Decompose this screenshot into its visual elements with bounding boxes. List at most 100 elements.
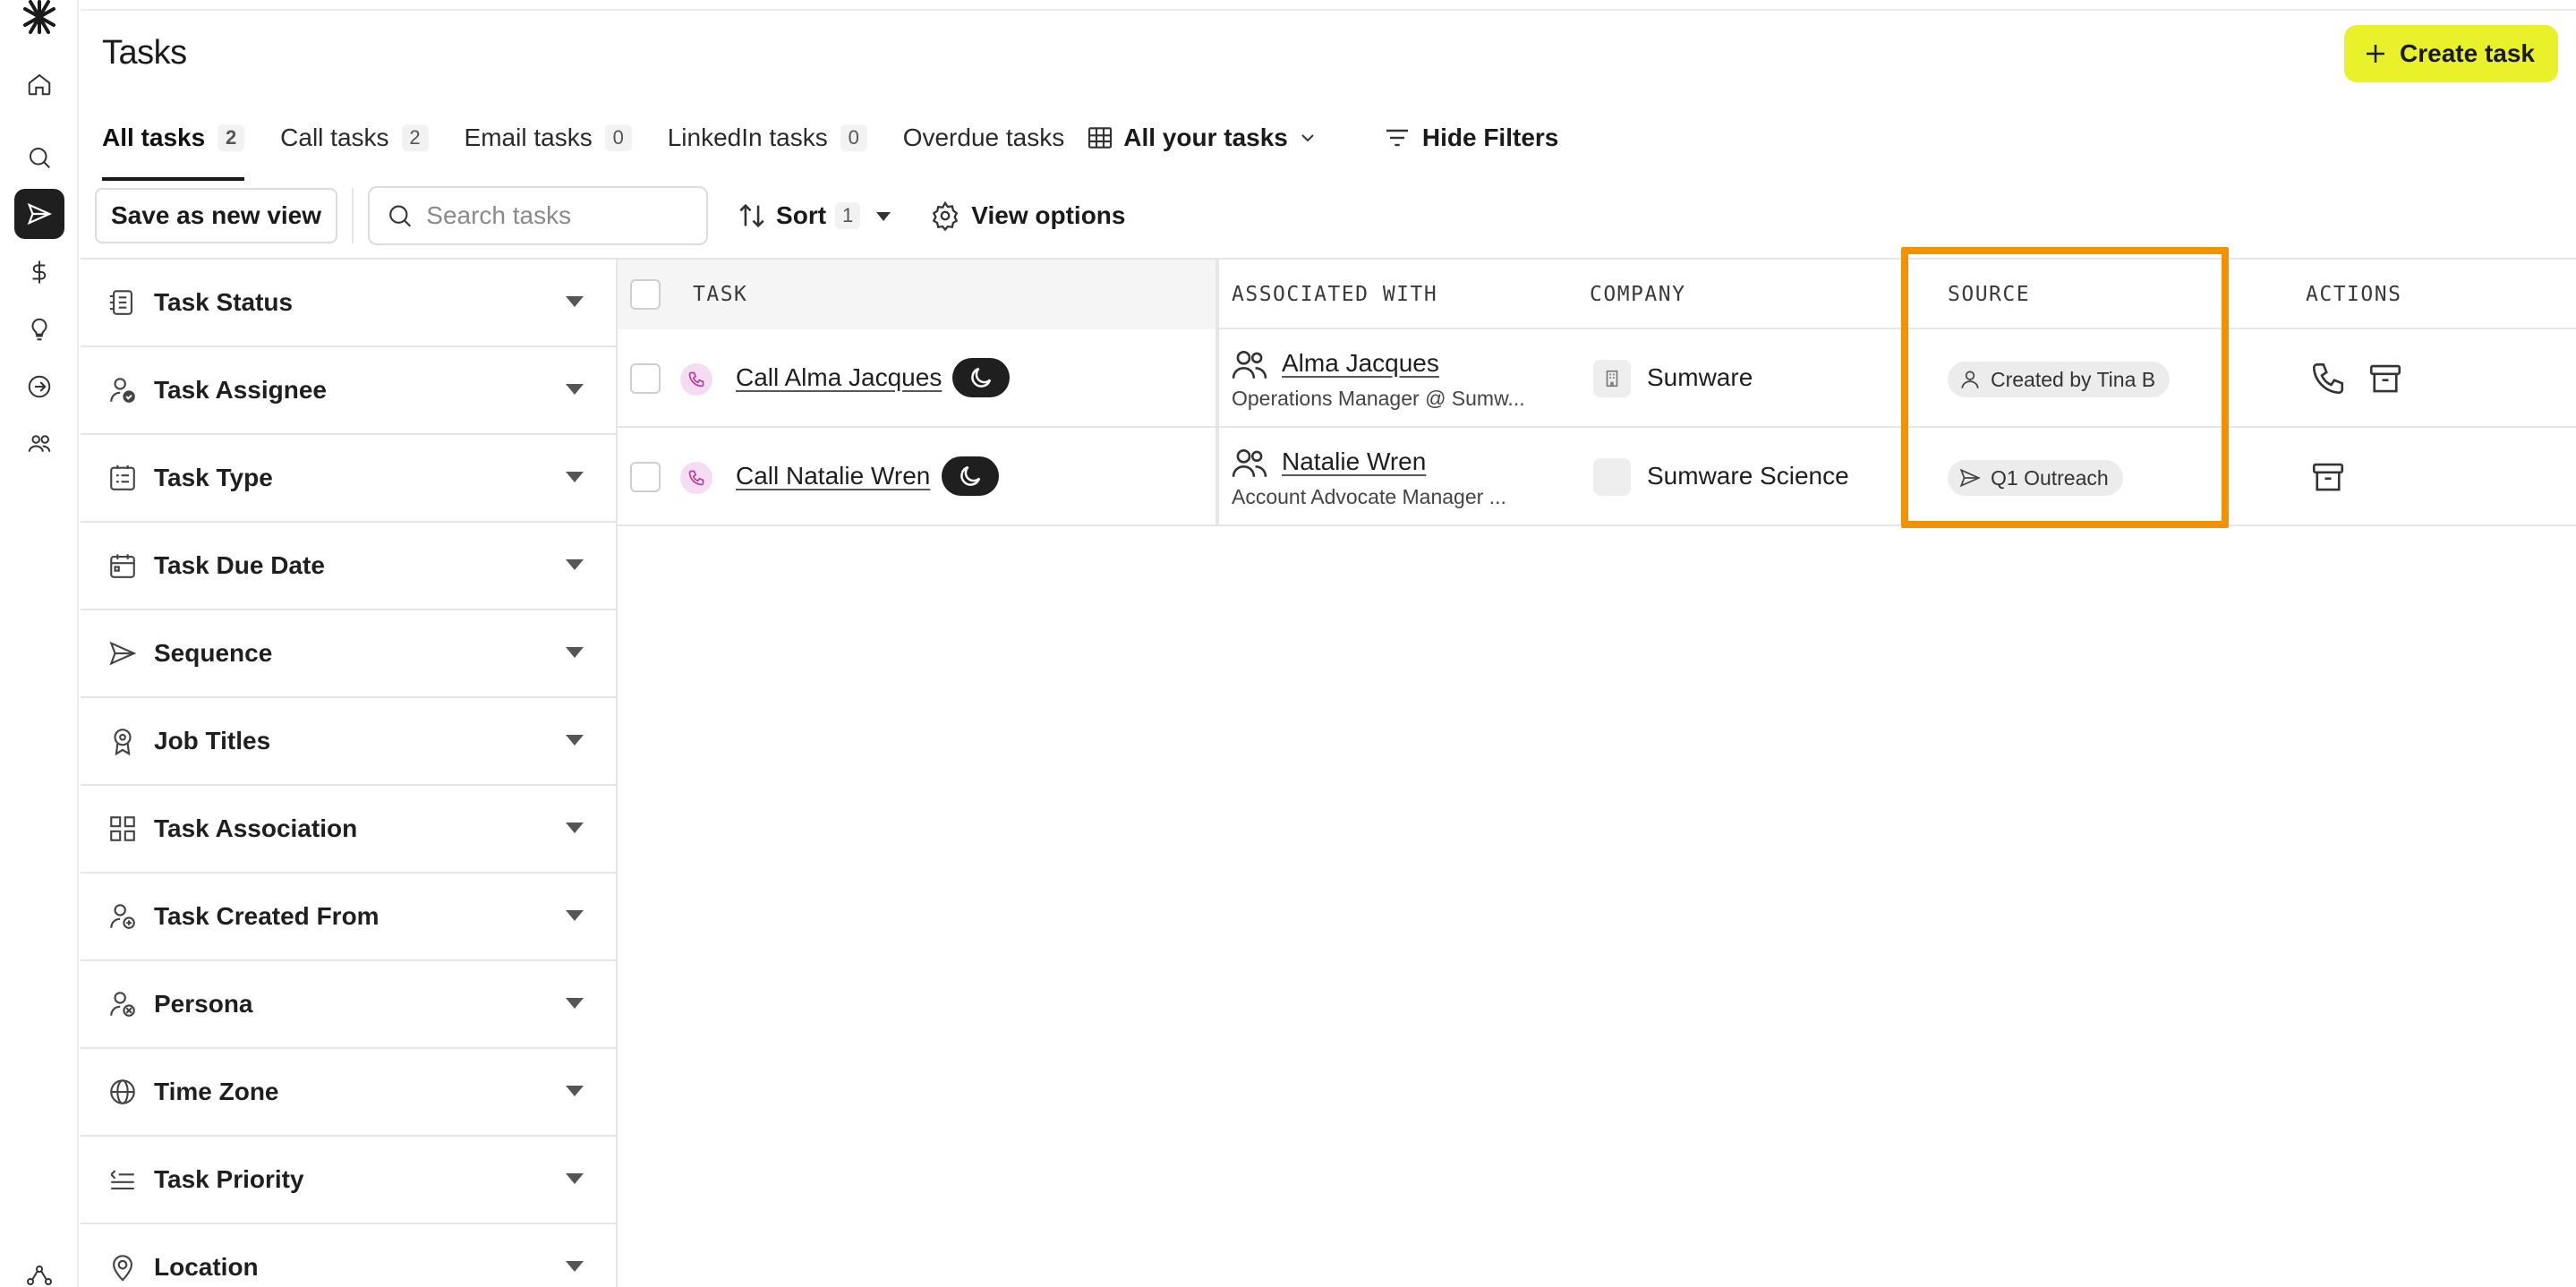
caret-down-icon — [566, 296, 584, 307]
source-badge: Q1 Outreach — [1948, 460, 2123, 496]
search-input[interactable] — [426, 201, 691, 230]
caret-down-icon — [566, 1086, 584, 1096]
tab-linkedin-tasks[interactable]: LinkedIn tasks 0 — [668, 118, 867, 158]
source-badge: Created by Tina B — [1948, 362, 2171, 397]
company-name[interactable]: Sumware — [1647, 363, 1753, 392]
network-icon[interactable] — [25, 1262, 54, 1287]
contact-link[interactable]: Natalie Wren — [1282, 447, 1426, 476]
plus-icon — [2367, 45, 2385, 63]
caret-down-icon — [566, 647, 584, 658]
tab-email-tasks[interactable]: Email tasks 0 — [465, 118, 632, 158]
people-icon — [1232, 350, 1267, 379]
search-icon[interactable] — [14, 132, 64, 183]
filter-task-association[interactable]: Task Association — [81, 786, 616, 874]
sort-button[interactable]: Sort 1 — [737, 200, 894, 231]
create-task-button[interactable]: Create task — [2344, 25, 2558, 82]
filter-task-type[interactable]: Task Type — [81, 435, 616, 523]
priority-icon — [110, 1170, 134, 1189]
filter-location[interactable]: Location — [81, 1224, 616, 1287]
caret-down-icon[interactable] — [873, 205, 894, 226]
view-options-button[interactable]: View options — [930, 200, 1125, 231]
filter-task-due-date[interactable]: Task Due Date — [81, 523, 616, 610]
phone-icon[interactable] — [2309, 360, 2347, 397]
home-icon[interactable] — [14, 59, 64, 109]
send-icon[interactable] — [14, 189, 64, 239]
row-checkbox[interactable] — [630, 363, 661, 394]
user-icon — [1961, 371, 1979, 388]
tab-label: Email tasks — [464, 124, 593, 151]
contact-link[interactable]: Alma Jacques — [1282, 349, 1439, 378]
filter-label: Task Priority — [154, 1165, 304, 1193]
caret-down-icon — [566, 822, 584, 833]
status-icon — [109, 290, 132, 315]
location-icon — [113, 1255, 132, 1282]
tab-count: 0 — [840, 124, 867, 151]
lightbulb-icon[interactable] — [14, 304, 64, 354]
caret-down-icon — [566, 559, 584, 570]
filter-persona[interactable]: Persona — [81, 961, 616, 1049]
table-row[interactable]: Call Alma Jacques Alma Jacques Operation… — [618, 329, 2576, 428]
create-task-label: Create task — [2400, 39, 2535, 67]
source-label: Q1 Outreach — [1991, 465, 2109, 490]
task-link[interactable]: Call Natalie Wren — [736, 462, 930, 490]
tasks-table: TASK ASSOCIATED WITH COMPANY SOURCE ACTI… — [618, 258, 2576, 526]
caret-down-icon — [566, 998, 584, 1009]
sign-in-icon[interactable] — [14, 362, 64, 412]
table-icon — [1088, 127, 1113, 149]
phone-icon — [680, 363, 712, 396]
send-icon — [1959, 468, 1981, 488]
filter-task-assignee[interactable]: Task Assignee — [81, 347, 616, 435]
filter-time-zone[interactable]: Time Zone — [81, 1049, 616, 1137]
filter-job-titles[interactable]: Job Titles — [81, 698, 616, 786]
filter-task-status[interactable]: Task Status — [81, 260, 616, 347]
view-selector[interactable]: All your tasks — [1086, 124, 1318, 152]
header-actions: ACTIONS — [2306, 283, 2402, 306]
search-field[interactable] — [368, 186, 709, 245]
filter-sequence[interactable]: Sequence — [81, 610, 616, 698]
company-name[interactable]: Sumware Science — [1647, 462, 1849, 490]
save-as-new-view-button[interactable]: Save as new view — [95, 188, 338, 243]
filter-task-created-from[interactable]: Task Created From — [81, 874, 616, 961]
caret-down-icon — [566, 384, 584, 395]
caret-down-icon — [566, 910, 584, 921]
table-row[interactable]: Call Natalie Wren Natalie Wren Account A… — [618, 428, 2576, 526]
tab-overdue-tasks[interactable]: Overdue tasks — [903, 118, 1065, 158]
filter-label: Task Type — [154, 464, 273, 491]
filter-label: Time Zone — [154, 1078, 279, 1105]
tab-all-tasks[interactable]: All tasks 2 — [102, 118, 245, 181]
tab-call-tasks[interactable]: Call tasks 2 — [280, 118, 429, 158]
filter-label: Task Assignee — [154, 376, 327, 404]
header-source: SOURCE — [1948, 283, 2031, 306]
row-checkbox[interactable] — [630, 462, 661, 492]
filter-task-priority[interactable]: Task Priority — [81, 1137, 616, 1224]
select-all-checkbox[interactable] — [630, 279, 661, 310]
app-logo[interactable] — [20, 0, 59, 36]
archive-icon[interactable] — [2309, 458, 2347, 496]
header-associated-with: ASSOCIATED WITH — [1232, 283, 1438, 306]
badge-icon — [114, 729, 132, 756]
people-icon[interactable] — [14, 419, 64, 469]
phone-icon — [680, 462, 712, 494]
sort-arrows-icon — [739, 203, 764, 228]
filter-label: Sequence — [154, 639, 273, 667]
top-divider — [81, 9, 2576, 11]
caret-down-icon — [566, 735, 584, 746]
dollar-icon[interactable] — [14, 247, 64, 297]
list-icon — [110, 465, 135, 490]
tab-count: 2 — [401, 124, 429, 151]
send-icon — [109, 641, 137, 666]
task-tabs: All tasks 2 Call tasks 2 Email tasks 0 L… — [102, 118, 1558, 181]
hide-filters-button[interactable]: Hide Filters — [1383, 124, 1558, 152]
task-link[interactable]: Call Alma Jacques — [736, 363, 942, 392]
tab-label: LinkedIn tasks — [667, 124, 828, 151]
chevron-down-icon — [1301, 134, 1314, 142]
company-logo-placeholder — [1593, 458, 1631, 496]
moon-icon — [952, 358, 1010, 397]
toolbar: Save as new view Sort 1 View options — [95, 186, 1125, 245]
page-title: Tasks — [102, 34, 187, 72]
archive-icon[interactable] — [2367, 360, 2404, 397]
filter-label: Location — [154, 1253, 259, 1281]
contact-title: Operations Manager @ Sumw... — [1232, 387, 1525, 410]
filter-label: Task Due Date — [154, 551, 325, 579]
view-options-label: View options — [971, 201, 1126, 229]
